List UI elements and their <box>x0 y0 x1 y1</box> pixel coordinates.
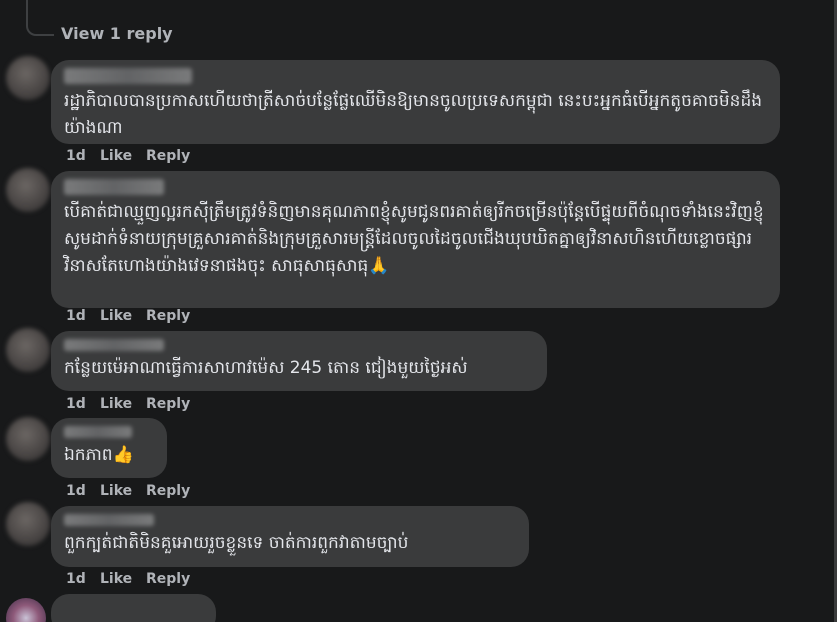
like-button[interactable]: Like <box>100 483 146 499</box>
comment-time[interactable]: 1d <box>66 483 100 499</box>
comment-actions: 1d Like Reply <box>66 396 190 412</box>
comment-bubble: ពួកក្បត់ជាតិមិនគួអោយរួចខ្លួនទេ ចាត់ការពួ… <box>51 506 529 567</box>
reply-button[interactable]: Reply <box>146 483 190 499</box>
view-replies-link[interactable]: View 1 reply <box>61 24 173 43</box>
author-name-redacted[interactable] <box>64 339 164 351</box>
comment-bubble: កន្លែយម៉េអាណាធ្វើការសាហាវម៉េស 245 តោន ជៀ… <box>51 331 547 391</box>
comment-time[interactable]: 1d <box>66 148 100 164</box>
comment-time[interactable]: 1d <box>66 571 100 587</box>
avatar[interactable] <box>6 598 46 622</box>
like-button[interactable]: Like <box>100 571 146 587</box>
comment-text: ពួកក្បត់ជាតិមិនគួអោយរួចខ្លួនទេ ចាត់ការពួ… <box>64 533 409 553</box>
comment-actions: 1d Like Reply <box>66 483 190 499</box>
comment-bubble: រដ្ឋាភិបាលបានប្រកាសហើយថាត្រីសាច់បន្លែផ្ល… <box>51 60 780 144</box>
like-button[interactable]: Like <box>100 148 146 164</box>
avatar[interactable] <box>6 56 50 100</box>
comment-text: បើគាត់ជាឈ្មួញល្អរកស៊ីត្រឹមត្រូវទំនិញមានគ… <box>64 202 764 276</box>
comment-bubble <box>51 594 216 622</box>
comment-bubble: ឯកភាព👍 <box>51 418 167 478</box>
comment-bubble: បើគាត់ជាឈ្មួញល្អរកស៊ីត្រឹមត្រូវទំនិញមានគ… <box>51 171 780 308</box>
comment-text: ឯកភាព👍 <box>64 445 134 465</box>
comment-text: កន្លែយម៉េអាណាធ្វើការសាហាវម៉េស 245 តោន ជៀ… <box>64 358 468 378</box>
reply-button[interactable]: Reply <box>146 308 190 324</box>
reply-thread-line <box>26 0 54 36</box>
comment-time[interactable]: 1d <box>66 308 100 324</box>
author-name-redacted[interactable] <box>64 514 154 526</box>
comment-text: រដ្ឋាភិបាលបានប្រកាសហើយថាត្រីសាច់បន្លែផ្ល… <box>64 91 763 138</box>
avatar[interactable] <box>6 502 50 546</box>
like-button[interactable]: Like <box>100 396 146 412</box>
comment-actions: 1d Like Reply <box>66 148 190 164</box>
comment-time[interactable]: 1d <box>66 396 100 412</box>
like-button[interactable]: Like <box>100 308 146 324</box>
reply-button[interactable]: Reply <box>146 148 190 164</box>
avatar[interactable] <box>6 328 50 372</box>
comments-panel: View 1 reply រដ្ឋាភិបាលបានប្រកាសហើយថាត្រ… <box>0 0 837 622</box>
reply-button[interactable]: Reply <box>146 571 190 587</box>
author-name-redacted[interactable] <box>64 68 192 84</box>
avatar[interactable] <box>6 168 50 212</box>
comment-actions: 1d Like Reply <box>66 308 190 324</box>
author-name-redacted[interactable] <box>64 179 164 195</box>
reply-button[interactable]: Reply <box>146 396 190 412</box>
avatar[interactable] <box>6 417 50 461</box>
author-name-redacted[interactable] <box>64 426 132 438</box>
comment-actions: 1d Like Reply <box>66 571 190 587</box>
